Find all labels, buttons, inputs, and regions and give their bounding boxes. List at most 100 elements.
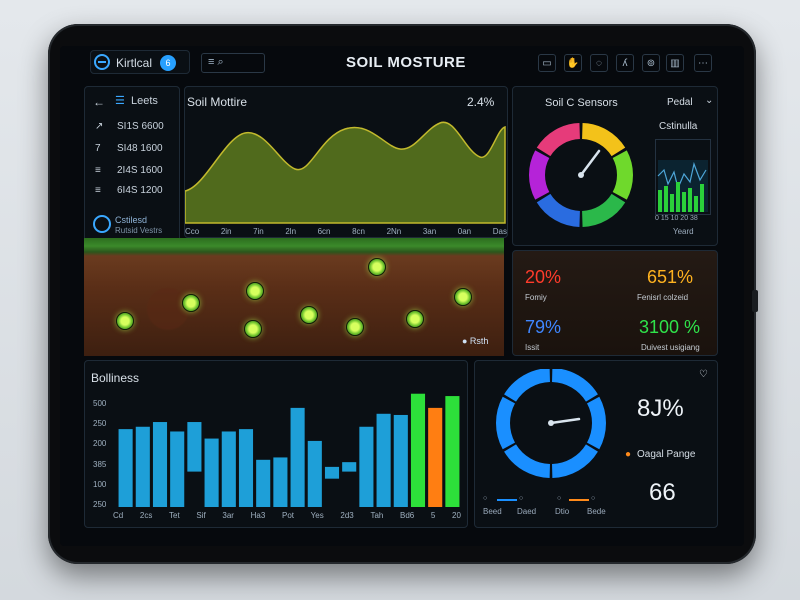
nav-title: Leets [131, 95, 158, 107]
x-tick: 20 [452, 511, 461, 520]
soil-sensor-icon[interactable] [246, 282, 264, 300]
soil-sensor-icon[interactable] [454, 288, 472, 306]
donut-segment [536, 193, 581, 227]
x-tick: Yes [310, 511, 324, 520]
gauge-legend-row: ○ ○ ○ ○ Beed Daed Dtio Bede [483, 495, 623, 519]
gauge-legend: Oagal Pange [637, 449, 696, 460]
bar[interactable] [118, 429, 133, 507]
bar[interactable] [221, 431, 236, 507]
moisture-x-axis: Cco 2in 7in 2ln 6cn 8cn 2Nn 3an 0an Das [185, 227, 507, 236]
x-tick: 7in [253, 227, 264, 236]
stat-value: 3100 % [639, 317, 701, 337]
x-tick: Tah [370, 511, 384, 520]
y-tick: 250 [93, 419, 107, 429]
soil-cross-section: ● Rsth [84, 238, 504, 356]
notification-badge[interactable]: 6 [160, 55, 176, 71]
soil-sensor-icon[interactable] [182, 294, 200, 312]
chart-icon[interactable]: ▥ [666, 54, 684, 72]
bar[interactable] [273, 457, 288, 507]
soil-sensor-icon[interactable] [346, 318, 364, 336]
bar[interactable] [428, 407, 443, 507]
bar[interactable] [170, 431, 185, 507]
person-icon[interactable]: ʎ [616, 54, 634, 72]
refresh-icon[interactable]: ⊚ [642, 54, 660, 72]
bar-chart-panel: Bolliness 500 250 200 385 100 250 Cd 2cs… [84, 360, 468, 528]
nav-item[interactable]: SI48 1600 [117, 143, 163, 154]
nav-footer-subtitle: Rutsid Vestrs [115, 226, 163, 235]
soil-sensor-icon[interactable] [244, 320, 262, 338]
soil-sensor-icon[interactable] [116, 312, 134, 330]
soil-sensor-icon[interactable] [406, 310, 424, 328]
bar[interactable] [324, 466, 340, 479]
stat-label: Issit [525, 343, 540, 352]
gauge-segment [551, 444, 598, 478]
soil-caption: ● Rsth [462, 336, 489, 346]
x-tick: 8cn [352, 227, 365, 236]
gauge-ring [496, 369, 606, 478]
stat-label: Duivest usigiang [641, 343, 700, 352]
y-tick: 100 [93, 479, 107, 489]
more-icon[interactable]: ⋯ [694, 54, 712, 72]
mini-bar-chart [657, 160, 708, 212]
legend-line [497, 499, 517, 501]
bar[interactable] [256, 459, 271, 507]
x-tick: 6cn [317, 227, 331, 236]
stat-value: 79% [525, 317, 562, 337]
nav-item[interactable]: 6I4S 1200 [117, 185, 163, 196]
hand-icon[interactable]: ✋ [564, 54, 582, 72]
stat-value: 651% [647, 267, 694, 287]
bar[interactable] [152, 422, 168, 507]
nav-item[interactable]: SI1S 6600 [117, 121, 164, 132]
legend-ring-icon: ○ [557, 495, 562, 502]
moisture-chart-title: Soil Mottire [187, 95, 248, 109]
tablet-side-button[interactable] [752, 290, 758, 312]
back-icon[interactable]: ← [93, 95, 105, 109]
bar[interactable] [359, 426, 374, 507]
chevron-down-icon[interactable]: ⌄ [705, 95, 713, 106]
bar[interactable] [290, 407, 305, 507]
y-tick: 200 [93, 439, 107, 449]
bar[interactable] [410, 393, 426, 507]
legend-line [569, 499, 589, 501]
search-input[interactable]: ≡ ⌕ [201, 53, 265, 73]
x-tick: Das [492, 227, 507, 236]
chat-icon[interactable]: ◌ [590, 54, 608, 72]
legend-label: Bede [587, 507, 606, 516]
sensor-donut-chart [529, 123, 633, 227]
logo-icon [94, 54, 110, 70]
x-tick: Cd [113, 511, 124, 520]
x-tick: Bd6 [400, 511, 415, 520]
bar[interactable] [204, 438, 219, 507]
x-tick: 2in [220, 227, 232, 236]
bar[interactable] [307, 440, 322, 507]
donut-segment [581, 193, 626, 227]
bar[interactable] [376, 413, 391, 507]
nav-item[interactable]: 2I4S 1600 [117, 165, 163, 176]
gauge-segment [551, 369, 598, 402]
moisture-chart-panel: Soil Mottire 2.4% Cco 2in 7in 2ln 6cn 8c… [184, 86, 508, 238]
x-tick: Sif [196, 511, 206, 520]
soil-sensor-icon[interactable] [300, 306, 318, 324]
nav-item-icon: ↗ [95, 121, 104, 132]
stat-label: Fomiy [525, 293, 547, 302]
bar[interactable] [445, 396, 460, 507]
mini-chart-frame [655, 139, 711, 215]
sensors-dropdown[interactable]: Pedal [667, 97, 693, 108]
bar[interactable] [393, 414, 408, 507]
gauge-segment [586, 396, 606, 450]
donut-segment [529, 150, 550, 200]
heart-icon[interactable]: ♡ [699, 369, 708, 380]
window-icon[interactable]: ▭ [538, 54, 556, 72]
donut-needle-hub [578, 172, 584, 178]
donut-needle [579, 149, 601, 177]
bar[interactable] [342, 462, 357, 472]
soil-sensor-icon[interactable] [368, 258, 386, 276]
left-nav-panel: ← ☰ Leets ↗ SI1S 6600 7 SI48 1600 ≡ 2I4S… [84, 86, 180, 246]
x-tick: 0an [457, 227, 472, 236]
bar[interactable] [238, 429, 254, 507]
x-tick: Cco [185, 227, 200, 236]
stat-label: Fenisrl colzeid [637, 293, 689, 302]
moisture-area-chart [185, 121, 506, 224]
bar[interactable] [135, 426, 150, 507]
bar[interactable] [187, 422, 202, 472]
